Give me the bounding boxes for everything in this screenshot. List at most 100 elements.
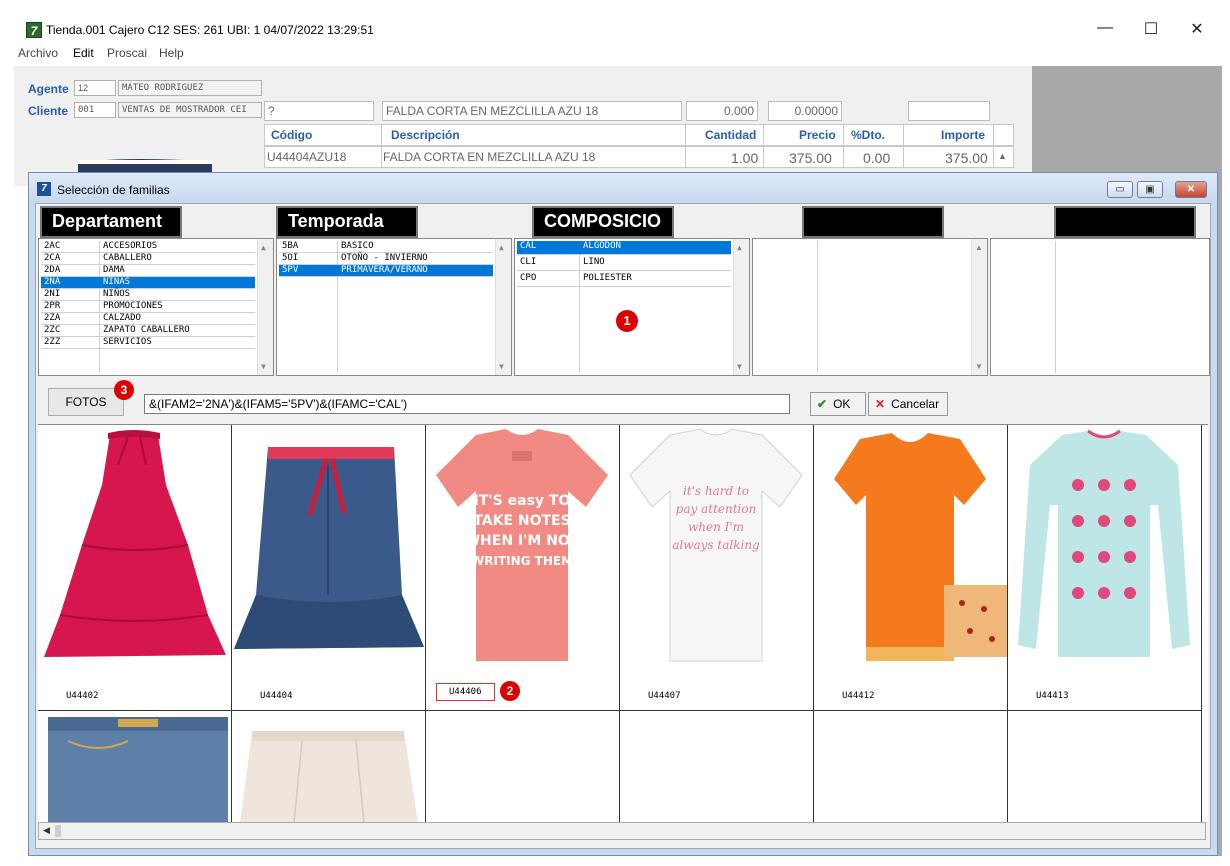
cliente-name-field: VENTAS DE MOSTRADOR CEI: [118, 102, 262, 118]
agente-code-field[interactable]: 12: [74, 80, 116, 96]
shirt-text-2: pay attention: [676, 502, 757, 516]
family-list-4[interactable]: ▲ ▼: [752, 238, 988, 376]
line-code-input[interactable]: ?: [264, 101, 374, 121]
list-item[interactable]: CPO POLIESTER: [517, 273, 731, 287]
product-tile[interactable]: U44413: [1008, 425, 1202, 711]
list-item-selected[interactable]: 2NA NIÑAS: [41, 277, 255, 289]
list-item[interactable]: 2NI NIÑOS: [41, 289, 255, 301]
shirt-text-4: WRITING THEM: [471, 554, 573, 568]
list-item[interactable]: 2DA DAMA: [41, 265, 255, 277]
menu-proscai[interactable]: Proscai: [107, 46, 147, 60]
shirt-text-3: when I'm: [688, 520, 744, 534]
dialog-title: Selección de familias: [57, 183, 170, 197]
empty-tile: [426, 711, 620, 822]
red-skirt-image: [44, 430, 226, 657]
family-list-5[interactable]: [990, 238, 1210, 376]
list-item[interactable]: 2ZA CALZADO: [41, 313, 255, 325]
product-tile[interactable]: [232, 711, 426, 822]
departamento-list[interactable]: 2AC ACCESORIOS 2CA CABALLERO 2DA DAMA 2NA NI…: [38, 238, 274, 376]
product-tile[interactable]: it's hard to pay attention when I'm alwa…: [620, 425, 814, 711]
product-tile[interactable]: U44412: [814, 425, 1008, 711]
product-code: U44404: [260, 691, 293, 701]
agente-name-field: MATEO RODRIGUEZ: [118, 80, 262, 96]
col-descripcion[interactable]: Descripción: [391, 128, 460, 142]
list-item[interactable]: 5OI OTOÑO - INVIERNO: [279, 253, 493, 265]
cliente-label: Cliente: [28, 104, 69, 118]
line-extra-input[interactable]: [908, 101, 990, 121]
line-price-input[interactable]: 0.00000: [768, 101, 842, 121]
product-code: U44412: [842, 691, 875, 701]
window-titlebar: 7 Tienda.001 Cajero C12 SES: 261 UBI: 1 …: [0, 0, 1230, 40]
product-tile[interactable]: U44404: [232, 425, 426, 711]
menubar: Archivo Edit Proscai Help: [0, 44, 1230, 64]
list-item[interactable]: 2CA CABALLERO: [41, 253, 255, 265]
col-dto[interactable]: %Dto.: [851, 128, 885, 142]
dialog-maximize-icon[interactable]: ▣: [1137, 181, 1163, 198]
scrollbar[interactable]: ▲ ▼: [733, 239, 749, 375]
dialog-minimize-icon[interactable]: ▭: [1107, 181, 1133, 198]
jeans-image: [48, 717, 228, 822]
cliente-code-field[interactable]: 001: [74, 102, 116, 118]
menu-archivo[interactable]: Archivo: [18, 46, 58, 60]
shirt-text-3: WHEN I'M NOT: [465, 533, 580, 549]
horizontal-scrollbar[interactable]: ◀: [38, 822, 1206, 840]
product-tile[interactable]: U44402: [38, 425, 232, 711]
scroll-up-icon[interactable]: ▲: [998, 151, 1007, 161]
product-code: U44406: [436, 683, 495, 701]
header-empty-5: [1054, 206, 1196, 238]
white-tshirt-image: it's hard to pay attention when I'm alwa…: [629, 428, 803, 662]
marker-2: 2: [500, 681, 520, 701]
product-code: U44413: [1036, 691, 1069, 701]
cell-descripcion: FALDA CORTA EN MEZCLILLA AZU 18: [383, 150, 596, 164]
line-qty-input[interactable]: 0.000: [686, 101, 758, 121]
list-item-selected[interactable]: 5PV PRIMAVERA/VERANO: [279, 265, 493, 277]
header-empty-4: [802, 206, 944, 238]
table-row[interactable]: U44404AZU18 FALDA CORTA EN MEZCLILLA AZU…: [264, 146, 1014, 168]
beige-skirt-image: [240, 731, 418, 822]
x-icon: ✕: [875, 397, 886, 411]
photo-gallery: U44402 U44404 IT'S easy TO TAKE NOTES WH…: [38, 424, 1208, 822]
list-item[interactable]: 5BA BASICO: [279, 241, 493, 253]
shirt-text-2: TAKE NOTES: [473, 513, 570, 529]
scroll-thumb[interactable]: [55, 825, 61, 837]
list-item[interactable]: 2PR PROMOCIONES: [41, 301, 255, 313]
dialog-titlebar: 7 Selección de familias ▭ ▣ ✕: [29, 173, 1217, 203]
list-item[interactable]: 2ZZ SERVICIOS: [41, 337, 255, 349]
close-icon[interactable]: ✕: [1174, 19, 1220, 39]
dialog-close-icon[interactable]: ✕: [1175, 181, 1207, 198]
list-item[interactable]: 2ZC ZAPATO CABALLERO: [41, 325, 255, 337]
product-code: U44407: [648, 691, 681, 701]
list-item[interactable]: 2AC ACCESORIOS: [41, 241, 255, 253]
filter-input[interactable]: &(IFAM2='2NA')&(IFAM5='5PV')&(IFAMC='CAL…: [144, 394, 790, 414]
fotos-button[interactable]: FOTOS: [48, 388, 124, 416]
col-precio[interactable]: Precio: [799, 128, 836, 142]
cell-dto: 0.00: [863, 150, 891, 166]
shirt-text-1: IT'S easy TO: [474, 493, 571, 509]
menu-help[interactable]: Help: [159, 46, 184, 60]
maximize-icon[interactable]: ☐: [1128, 19, 1174, 39]
cancel-button[interactable]: ✕ Cancelar: [868, 392, 948, 416]
scrollbar[interactable]: ▲ ▼: [495, 239, 511, 375]
line-desc-input[interactable]: FALDA CORTA EN MEZCLILLA AZU 18: [382, 101, 682, 121]
product-tile-selected[interactable]: IT'S easy TO TAKE NOTES WHEN I'M NOT WRI…: [426, 425, 620, 711]
temporada-list[interactable]: 5BA BASICO 5OI OTOÑO - INVIERNO 5PV PRIMAVE…: [276, 238, 512, 376]
minimize-icon[interactable]: —: [1082, 19, 1128, 37]
empty-tile: [814, 711, 1008, 822]
composicion-list[interactable]: CAL ALGODON CLI LINO CPO POLIESTER ▲ ▼: [514, 238, 750, 376]
col-cantidad[interactable]: Cantidad: [705, 128, 756, 142]
check-icon: ✔: [817, 397, 828, 411]
ok-button[interactable]: ✔ OK: [810, 392, 866, 416]
list-item-selected[interactable]: CAL ALGODON: [517, 241, 731, 255]
list-item[interactable]: CLI LINO: [517, 257, 731, 271]
marker-1: 1: [616, 310, 638, 332]
col-importe[interactable]: Importe: [941, 128, 985, 142]
menu-edit[interactable]: Edit: [73, 46, 94, 60]
scrollbar[interactable]: ▲ ▼: [971, 239, 987, 375]
window-title: Tienda.001 Cajero C12 SES: 261 UBI: 1 04…: [46, 23, 374, 37]
scrollbar[interactable]: ▲ ▼: [257, 239, 273, 375]
orange-tshirt-image: [834, 433, 1007, 661]
col-codigo[interactable]: Código: [271, 128, 312, 142]
scroll-left-icon[interactable]: ◀: [43, 825, 50, 836]
product-tile[interactable]: [38, 711, 232, 822]
agente-label: Agente: [28, 82, 69, 96]
